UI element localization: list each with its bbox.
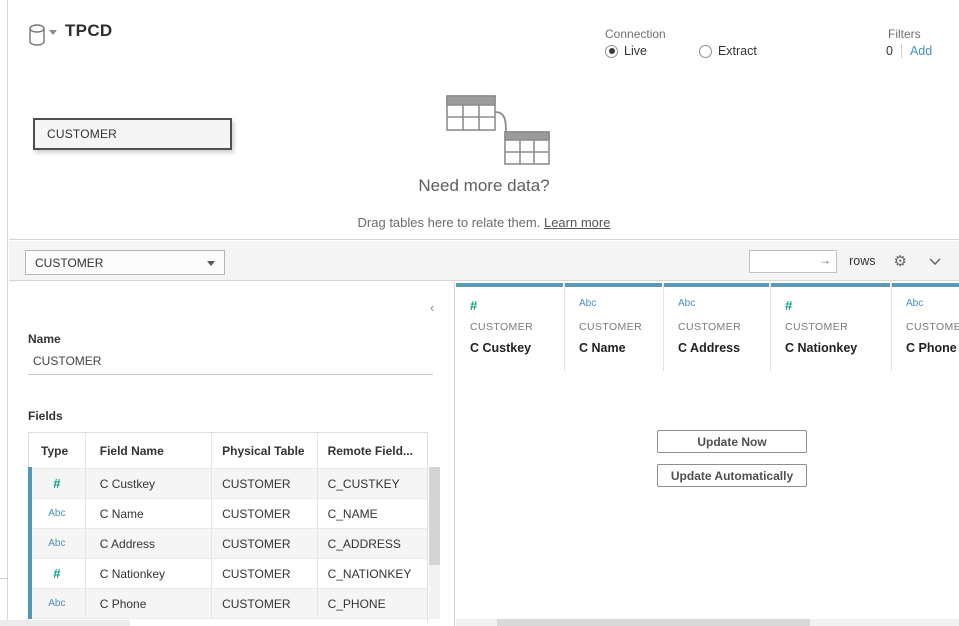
radio-extract-label: Extract	[718, 44, 757, 58]
fields-table-header: Type Field Name Physical Table Remote Fi…	[29, 433, 427, 468]
table-select-value: CUSTOMER	[35, 256, 103, 270]
table-row[interactable]: Abc C Phone CUSTOMER C_PHONE	[29, 588, 427, 618]
table-row[interactable]: Abc C Address CUSTOMER C_ADDRESS	[29, 528, 427, 558]
grid-column-c-name[interactable]: Abc CUSTOMER C Name	[565, 283, 664, 371]
col-header-physical-table[interactable]: Physical Table	[212, 433, 317, 468]
filters-count: 0	[886, 44, 893, 58]
grid-column-c-address[interactable]: Abc CUSTOMER C Address	[664, 283, 771, 371]
rows-controls: → rows ⚙	[749, 241, 945, 281]
panel-horizontal-scrollbar[interactable]	[0, 620, 130, 626]
scrollbar-thumb[interactable]	[497, 619, 810, 626]
preview-toolbar: CUSTOMER → rows ⚙	[9, 241, 959, 281]
column-accent-bar	[664, 283, 769, 287]
number-type-icon: #	[53, 476, 60, 491]
string-type-icon: Abc	[678, 298, 695, 309]
connection-options: Live Extract	[605, 44, 757, 58]
collapse-panel-chevron-icon[interactable]: ‹	[430, 300, 434, 315]
string-type-icon: Abc	[48, 598, 65, 609]
col-header-type[interactable]: Type	[29, 433, 86, 468]
datasource-title: TPCD	[65, 21, 112, 41]
left-rail-panel-edge[interactable]	[0, 0, 8, 626]
panel-resize-handle[interactable]	[0, 578, 8, 579]
selected-rows-stripe	[28, 467, 32, 619]
collapse-preview-button[interactable]	[929, 258, 941, 265]
table-name-input[interactable]	[28, 350, 433, 375]
string-type-icon: Abc	[48, 538, 65, 549]
column-accent-bar	[892, 283, 959, 287]
empty-state-title: Need more data?	[9, 176, 959, 196]
learn-more-link[interactable]: Learn more	[544, 215, 610, 230]
col-header-remote-field[interactable]: Remote Field...	[318, 433, 427, 468]
fields-table: Type Field Name Physical Table Remote Fi…	[28, 432, 428, 622]
relationship-canvas: TPCD Connection Live Extract Filters 0 A…	[9, 0, 959, 240]
grid-column-c-phone[interactable]: Abc CUSTOMER C Phone	[892, 283, 959, 371]
radio-live[interactable]	[605, 45, 618, 58]
table-chip-label: CUSTOMER	[47, 127, 117, 141]
grid-column-headers: # CUSTOMER C Custkey Abc CUSTOMER C Name…	[456, 283, 959, 371]
fields-vertical-scrollbar[interactable]	[429, 467, 440, 619]
connection-label: Connection	[605, 27, 666, 41]
grid-column-c-nationkey[interactable]: # CUSTOMER C Nationkey	[771, 283, 892, 371]
table-select-dropdown[interactable]: CUSTOMER	[25, 250, 225, 275]
number-type-icon: #	[470, 298, 477, 313]
filters-add-link[interactable]: Add	[910, 44, 932, 58]
column-accent-bar	[771, 283, 890, 287]
tableau-datasource-page: TPCD Connection Live Extract Filters 0 A…	[0, 0, 959, 626]
col-header-field-name[interactable]: Field Name	[86, 433, 212, 468]
number-type-icon: #	[53, 566, 60, 581]
gear-icon[interactable]: ⚙	[894, 254, 907, 269]
filters-row: 0 Add	[886, 44, 932, 58]
table-row[interactable]: # C Custkey CUSTOMER C_CUSTKEY	[29, 468, 427, 498]
fields-label: Fields	[28, 409, 63, 423]
rows-label: rows	[849, 254, 875, 268]
tables-illustration-icon	[433, 90, 553, 170]
scrollbar-thumb[interactable]	[429, 467, 440, 565]
database-icon[interactable]	[28, 24, 46, 46]
table-details-panel: ‹ Name Fields Type Field Name Physical T…	[9, 282, 455, 626]
column-accent-bar	[456, 283, 563, 287]
radio-live-label: Live	[624, 44, 647, 58]
table-row[interactable]: Abc C Name CUSTOMER C_NAME	[29, 498, 427, 528]
filters-divider	[901, 44, 902, 58]
grid-column-c-custkey[interactable]: # CUSTOMER C Custkey	[456, 283, 565, 371]
name-label: Name	[28, 332, 61, 346]
table-row[interactable]: # C Nationkey CUSTOMER C_NATIONKEY	[29, 558, 427, 588]
number-type-icon: #	[785, 298, 792, 313]
column-accent-bar	[565, 283, 662, 287]
dropdown-triangle-icon	[207, 261, 215, 266]
data-preview-grid: # CUSTOMER C Custkey Abc CUSTOMER C Name…	[456, 282, 959, 626]
string-type-icon: Abc	[906, 298, 923, 309]
radio-extract[interactable]	[699, 45, 712, 58]
apply-rows-arrow-icon[interactable]: →	[819, 253, 831, 267]
table-chip-customer[interactable]: CUSTOMER	[33, 118, 232, 150]
string-type-icon: Abc	[579, 298, 596, 309]
grid-horizontal-scrollbar[interactable]	[456, 619, 959, 626]
update-automatically-button[interactable]: Update Automatically	[657, 464, 807, 487]
filters-label: Filters	[888, 27, 921, 41]
empty-state-subtitle: Drag tables here to relate them. Learn m…	[9, 215, 959, 230]
update-now-button[interactable]: Update Now	[657, 430, 807, 453]
string-type-icon: Abc	[48, 508, 65, 519]
chevron-down-icon	[929, 258, 941, 265]
database-caret-down-icon[interactable]	[49, 30, 57, 35]
